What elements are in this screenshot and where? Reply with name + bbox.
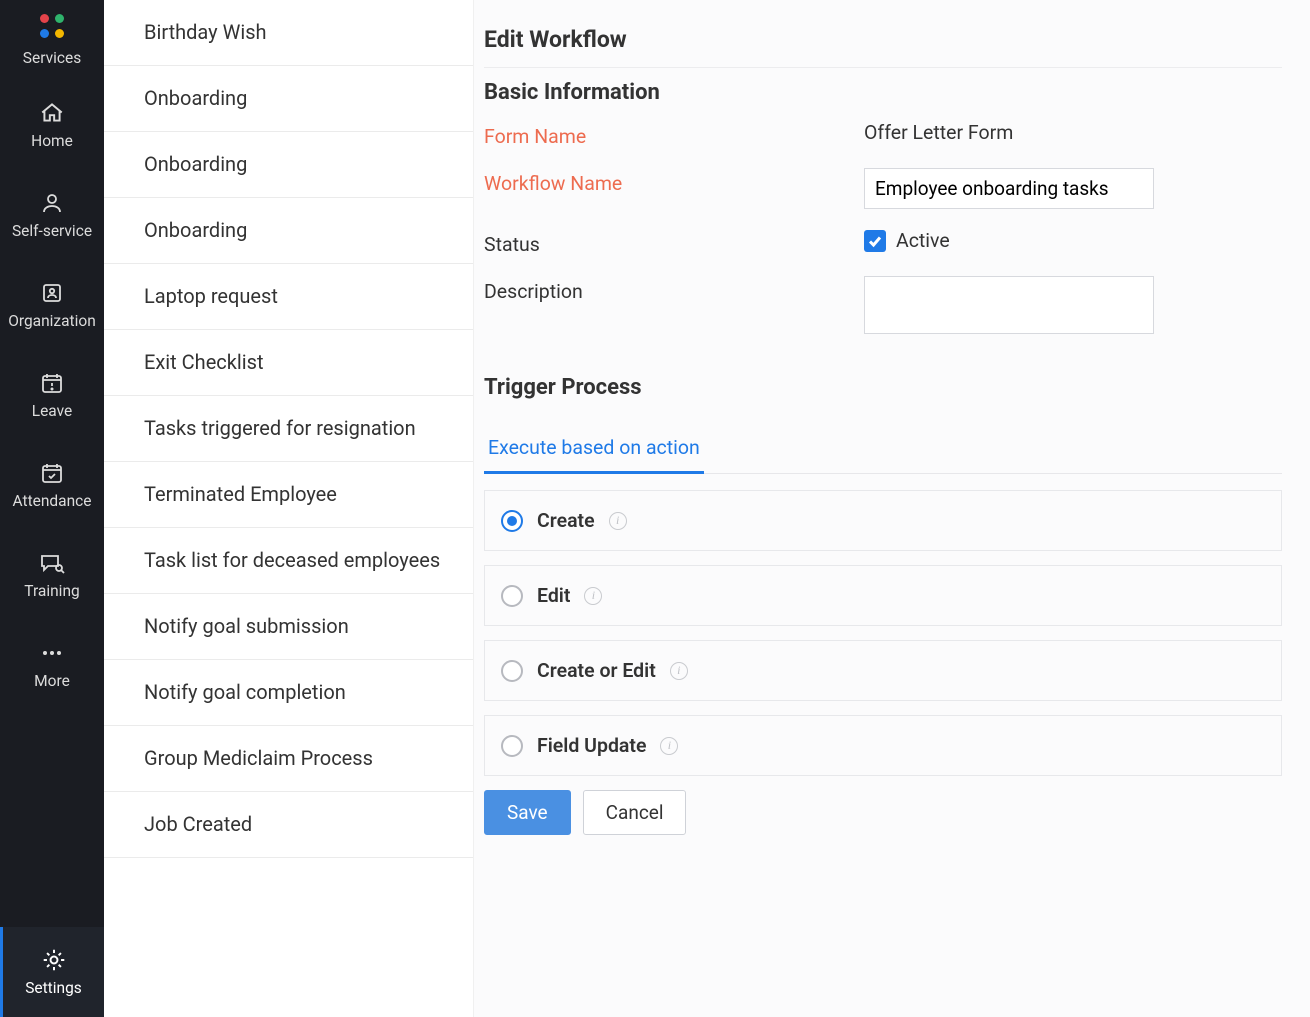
row-status: Status Active <box>484 229 1282 256</box>
nav-label: Self-service <box>12 222 92 240</box>
save-button[interactable]: Save <box>484 790 571 835</box>
apps-icon <box>38 13 66 39</box>
form-name-label: Form Name <box>484 121 864 148</box>
tab-execute-on-action[interactable]: Execute based on action <box>484 426 704 474</box>
workflow-name-input[interactable] <box>864 168 1154 209</box>
workflow-list-item[interactable]: Terminated Employee <box>104 462 473 528</box>
workflow-list-item[interactable]: Job Created <box>104 792 473 858</box>
trigger-option-label: Field Update <box>537 734 646 757</box>
workflow-list-item[interactable]: Exit Checklist <box>104 330 473 396</box>
workflow-list-item[interactable]: Notify goal completion <box>104 660 473 726</box>
chat-search-icon <box>39 550 65 576</box>
more-icon <box>40 640 64 666</box>
calendar-check-icon <box>40 460 64 486</box>
nav-item-home[interactable]: Home <box>0 80 104 170</box>
nav-item-organization[interactable]: Organization <box>0 260 104 350</box>
nav-label: More <box>34 672 70 690</box>
description-label: Description <box>484 276 864 303</box>
trigger-option-radio[interactable] <box>501 735 523 757</box>
nav-label: Home <box>31 132 73 150</box>
nav-label: Services <box>23 49 81 67</box>
trigger-option[interactable]: Field Update i <box>484 715 1282 776</box>
trigger-tabs: Execute based on action <box>484 426 1282 474</box>
row-workflow-name: Workflow Name <box>484 168 1282 209</box>
info-icon[interactable]: i <box>584 587 602 605</box>
nav-item-services[interactable]: Services <box>0 0 104 80</box>
nav-label: Leave <box>32 402 73 420</box>
person-icon <box>40 190 64 216</box>
workflow-list-item[interactable]: Birthday Wish <box>104 0 473 66</box>
nav-label: Training <box>24 582 79 600</box>
status-active-label: Active <box>896 229 950 252</box>
nav-label: Settings <box>25 979 82 997</box>
section-trigger-title: Trigger Process <box>484 363 1282 416</box>
status-label: Status <box>484 229 864 256</box>
workflow-list-item[interactable]: Onboarding <box>104 66 473 132</box>
gear-icon <box>41 947 67 973</box>
primary-nav: Services Home Self-service Organization … <box>0 0 104 1017</box>
trigger-option-label: Edit <box>537 584 570 607</box>
info-icon[interactable]: i <box>670 662 688 680</box>
trigger-option[interactable]: Create or Edit i <box>484 640 1282 701</box>
trigger-option-label: Create <box>537 509 595 532</box>
row-description: Description <box>484 276 1282 339</box>
workflow-name-label: Workflow Name <box>484 168 864 195</box>
workflow-list-item[interactable]: Group Mediclaim Process <box>104 726 473 792</box>
nav-label: Attendance <box>13 492 92 510</box>
nav-item-more[interactable]: More <box>0 620 104 710</box>
nav-item-settings[interactable]: Settings <box>0 927 104 1017</box>
trigger-option-label: Create or Edit <box>537 659 656 682</box>
section-basic-info-title: Basic Information <box>484 68 1282 121</box>
form-name-value: Offer Letter Form <box>864 121 1282 144</box>
workflow-list[interactable]: Birthday WishOnboardingOnboardingOnboard… <box>104 0 474 1017</box>
trigger-option-radio[interactable] <box>501 510 523 532</box>
nav-item-attendance[interactable]: Attendance <box>0 440 104 530</box>
workflow-list-item[interactable]: Notify goal submission <box>104 594 473 660</box>
calendar-alert-icon <box>40 370 64 396</box>
status-active-checkbox[interactable] <box>864 230 886 252</box>
workflow-list-item[interactable]: Laptop request <box>104 264 473 330</box>
page-title: Edit Workflow <box>484 20 1282 67</box>
cancel-button[interactable]: Cancel <box>583 790 687 835</box>
trigger-options: CreateiEditiCreate or EditiField Updatei <box>484 490 1282 776</box>
trigger-option[interactable]: Editi <box>484 565 1282 626</box>
description-input[interactable] <box>864 276 1154 334</box>
trigger-option-radio[interactable] <box>501 585 523 607</box>
trigger-option[interactable]: Createi <box>484 490 1282 551</box>
nav-item-training[interactable]: Training <box>0 530 104 620</box>
info-icon[interactable]: i <box>660 737 678 755</box>
workflow-editor: Edit Workflow Basic Information Form Nam… <box>474 0 1310 1017</box>
row-form-name: Form Name Offer Letter Form <box>484 121 1282 148</box>
info-icon[interactable]: i <box>609 512 627 530</box>
trigger-option-radio[interactable] <box>501 660 523 682</box>
org-icon <box>40 280 64 306</box>
nav-label: Organization <box>8 312 96 330</box>
nav-item-leave[interactable]: Leave <box>0 350 104 440</box>
action-buttons: Save Cancel <box>484 790 1282 835</box>
workflow-list-item[interactable]: Tasks triggered for resignation <box>104 396 473 462</box>
nav-item-self-service[interactable]: Self-service <box>0 170 104 260</box>
home-icon <box>39 100 65 126</box>
workflow-list-item[interactable]: Task list for deceased employees <box>104 528 473 594</box>
workflow-list-item[interactable]: Onboarding <box>104 198 473 264</box>
workflow-list-item[interactable]: Onboarding <box>104 132 473 198</box>
